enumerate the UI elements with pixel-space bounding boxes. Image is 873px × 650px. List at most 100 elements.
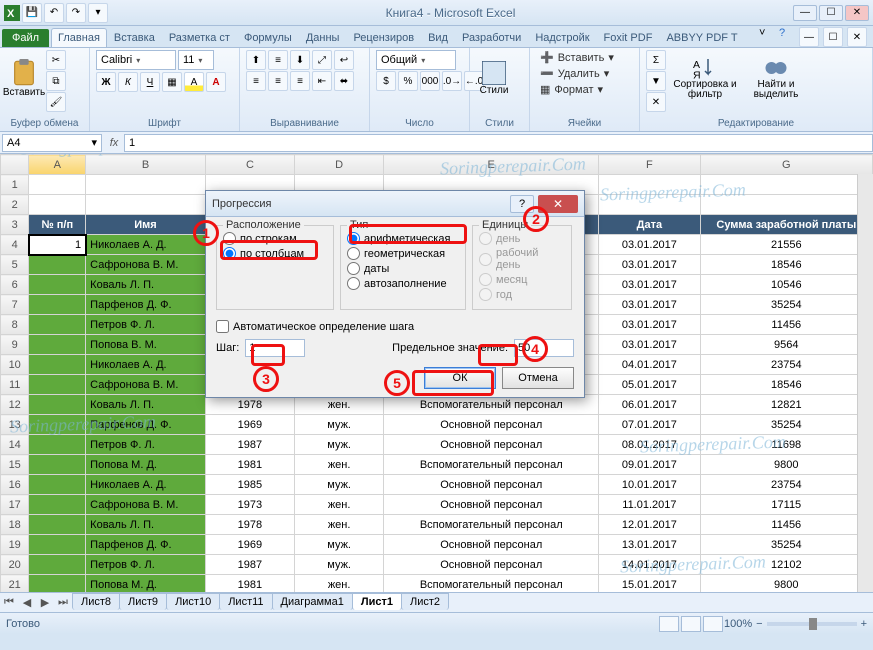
minimize-button[interactable]: — bbox=[793, 5, 817, 21]
zoom-in-button[interactable]: + bbox=[861, 618, 867, 630]
cell[interactable] bbox=[86, 175, 206, 195]
cell[interactable]: жен. bbox=[295, 455, 384, 475]
close-button[interactable]: ✕ bbox=[845, 5, 869, 21]
sort-filter-button[interactable]: АЯ Сортировка и фильтр bbox=[670, 50, 740, 106]
cell[interactable]: 35254 bbox=[700, 415, 872, 435]
cell[interactable]: Вспомогательный персонал bbox=[384, 575, 599, 593]
sheet-tab[interactable]: Лист10 bbox=[166, 593, 220, 610]
column-header[interactable]: F bbox=[599, 155, 700, 175]
ribbon-tab[interactable]: Формулы bbox=[237, 28, 299, 47]
ribbon-tab[interactable]: ABBYY PDF T bbox=[659, 28, 744, 47]
cell[interactable]: 35254 bbox=[700, 295, 872, 315]
cell[interactable]: Парфенов Д. Ф. bbox=[86, 295, 206, 315]
radio-by-rows[interactable]: по строкам bbox=[223, 232, 327, 245]
cell[interactable]: 21556 bbox=[700, 235, 872, 255]
column-header[interactable]: E bbox=[384, 155, 599, 175]
column-header[interactable]: C bbox=[205, 155, 294, 175]
cell[interactable] bbox=[29, 395, 86, 415]
copy-icon[interactable]: ⧉ bbox=[46, 71, 66, 91]
cell[interactable]: Основной персонал bbox=[384, 555, 599, 575]
cell[interactable]: 1981 bbox=[205, 575, 294, 593]
clear-icon[interactable]: ✕ bbox=[646, 92, 666, 112]
cell[interactable]: 35254 bbox=[700, 535, 872, 555]
cell[interactable]: 11698 bbox=[700, 435, 872, 455]
radio-by-columns[interactable]: по столбцам bbox=[223, 247, 327, 260]
step-input[interactable] bbox=[245, 339, 305, 357]
file-tab[interactable]: Файл bbox=[2, 29, 49, 47]
align-bottom-icon[interactable]: ⬇ bbox=[290, 50, 310, 70]
format-painter-icon[interactable]: 🖌 bbox=[46, 92, 66, 112]
cell[interactable]: 03.01.2017 bbox=[599, 275, 700, 295]
merge-button[interactable]: ⬌ bbox=[334, 71, 354, 91]
cell[interactable] bbox=[29, 495, 86, 515]
cut-icon[interactable]: ✂ bbox=[46, 50, 66, 70]
cancel-button[interactable]: Отмена bbox=[502, 367, 574, 389]
cell[interactable]: жен. bbox=[295, 575, 384, 593]
cell[interactable]: Попова В. М. bbox=[86, 335, 206, 355]
cell[interactable]: Дата bbox=[599, 215, 700, 235]
row-header[interactable]: 16 bbox=[1, 475, 29, 495]
cell[interactable]: 1 bbox=[29, 235, 86, 255]
cell[interactable]: Попова М. Д. bbox=[86, 575, 206, 593]
cell[interactable]: 07.01.2017 bbox=[599, 415, 700, 435]
radio-arithmetic[interactable]: арифметическая bbox=[347, 232, 459, 245]
sheet-tab[interactable]: Лист8 bbox=[72, 593, 120, 610]
ribbon-tab[interactable]: Вставка bbox=[107, 28, 162, 47]
cell[interactable]: муж. bbox=[295, 555, 384, 575]
cell[interactable] bbox=[29, 375, 86, 395]
font-size-combo[interactable]: 11▾ bbox=[178, 50, 214, 70]
cell[interactable]: 03.01.2017 bbox=[599, 235, 700, 255]
fx-icon[interactable]: fx bbox=[104, 137, 124, 149]
cell[interactable]: 14.01.2017 bbox=[599, 555, 700, 575]
radio-autofill[interactable]: автозаполнение bbox=[347, 277, 459, 290]
undo-icon[interactable]: ↶ bbox=[44, 3, 64, 23]
cell[interactable] bbox=[29, 415, 86, 435]
dialog-close-button[interactable]: ✕ bbox=[538, 195, 578, 213]
cell[interactable]: Основной персонал bbox=[384, 535, 599, 555]
row-header[interactable]: 14 bbox=[1, 435, 29, 455]
cell[interactable]: Николаев А. Д. bbox=[86, 355, 206, 375]
font-color-button[interactable]: A bbox=[206, 72, 226, 92]
view-normal-button[interactable] bbox=[659, 616, 679, 632]
styles-button[interactable]: Стили bbox=[476, 50, 512, 106]
cell[interactable]: 17115 bbox=[700, 495, 872, 515]
cell[interactable]: 11456 bbox=[700, 315, 872, 335]
wrap-text-icon[interactable]: ↩ bbox=[334, 50, 354, 70]
cell[interactable]: 9564 bbox=[700, 335, 872, 355]
align-left-icon[interactable]: ≡ bbox=[246, 71, 266, 91]
cell[interactable] bbox=[29, 175, 86, 195]
row-header[interactable]: 20 bbox=[1, 555, 29, 575]
cell[interactable]: Николаев А. Д. bbox=[86, 475, 206, 495]
cell[interactable]: Коваль Л. П. bbox=[86, 515, 206, 535]
cell[interactable]: 10.01.2017 bbox=[599, 475, 700, 495]
doc-close-icon[interactable]: ✕ bbox=[847, 27, 867, 47]
ribbon-tab[interactable]: Разметка ст bbox=[162, 28, 237, 47]
cell[interactable]: Сумма заработной платы bbox=[700, 215, 872, 235]
autosum-icon[interactable]: Σ bbox=[646, 50, 666, 70]
cell[interactable]: Имя bbox=[86, 215, 206, 235]
cell[interactable]: 23754 bbox=[700, 475, 872, 495]
name-box[interactable]: A4▾ bbox=[2, 134, 102, 152]
cell[interactable]: 12821 bbox=[700, 395, 872, 415]
cell[interactable]: 18546 bbox=[700, 375, 872, 395]
row-header[interactable]: 9 bbox=[1, 335, 29, 355]
ribbon-tab[interactable]: Рецензиров bbox=[346, 28, 421, 47]
cell[interactable]: Сафронова В. М. bbox=[86, 495, 206, 515]
cell[interactable] bbox=[29, 435, 86, 455]
cell[interactable]: Основной персонал bbox=[384, 415, 599, 435]
doc-minimize-icon[interactable]: — bbox=[799, 27, 819, 47]
dialog-help-button[interactable]: ? bbox=[510, 195, 534, 213]
cell[interactable]: 11456 bbox=[700, 515, 872, 535]
cell[interactable]: 13.01.2017 bbox=[599, 535, 700, 555]
cell[interactable]: Петров Ф. Л. bbox=[86, 435, 206, 455]
cell[interactable]: 1969 bbox=[205, 415, 294, 435]
zoom-out-button[interactable]: − bbox=[756, 618, 762, 630]
ribbon-tab[interactable]: Вид bbox=[421, 28, 455, 47]
italic-button[interactable]: К bbox=[118, 72, 138, 92]
row-header[interactable]: 7 bbox=[1, 295, 29, 315]
cell[interactable]: Попова М. Д. bbox=[86, 455, 206, 475]
cell[interactable] bbox=[29, 335, 86, 355]
radio-geometric[interactable]: геометрическая bbox=[347, 247, 459, 260]
cell[interactable] bbox=[86, 195, 206, 215]
cell[interactable] bbox=[29, 275, 86, 295]
